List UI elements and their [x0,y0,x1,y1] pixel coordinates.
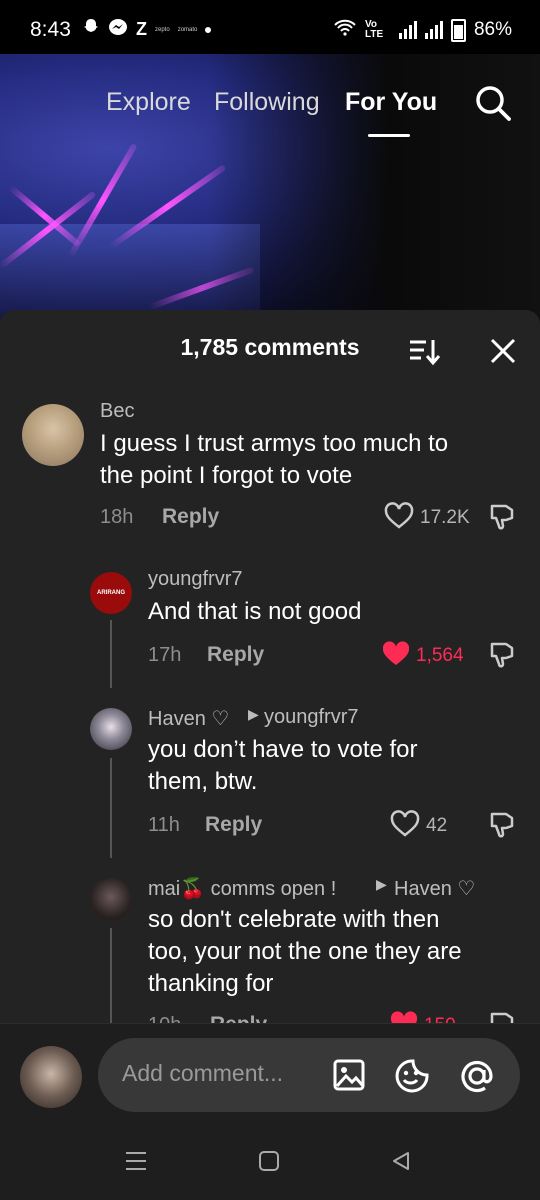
dislike-icon[interactable] [488,810,518,845]
reply-text: thanking for [148,970,274,997]
dislike-icon[interactable] [488,502,518,537]
reply-item: ARIRANG youngfrvr7 And that is not good … [0,564,540,704]
reply-username[interactable]: Haven ♡ [148,706,229,731]
close-icon[interactable] [488,336,518,366]
reply-to-username[interactable]: Haven ♡ [394,876,475,901]
battery-icon [450,18,466,42]
reply-time: 11h [148,814,180,836]
notification-icons: Z zepto zomato [82,18,212,41]
battery-percent: 86% [473,19,512,40]
comment-input-bar: Add comment... [0,1023,540,1200]
comment-text: the point I forgot to vote [100,462,353,489]
reply-username[interactable]: youngfrvr7 [148,568,243,591]
reply-arrow-icon: ▶ [376,876,387,892]
like-heart-icon[interactable] [384,502,414,535]
status-right: Vo LTE 86% [333,17,512,43]
comment-time: 18h [100,506,134,528]
reply-item: mai🍒 comms open ! ▶ Haven ♡ so don't cel… [0,872,540,1026]
reply-text: you don’t have to vote for [148,736,418,763]
signal-2-icon [424,21,443,39]
liked-heart-icon[interactable] [380,640,412,673]
like-count: 42 [426,815,448,836]
reply-text: them, btw. [148,768,258,795]
home-icon[interactable] [258,1150,280,1177]
zomato-icon: zomato [177,26,198,33]
dislike-icon[interactable] [488,640,518,675]
avatar-logo-text: ARIRANG [97,590,125,596]
reply-text: And that is not good [148,598,362,625]
avatar[interactable] [90,878,132,920]
like-count: 1,564 [416,645,464,666]
comment-item: Bec I guess I trust armys too much to th… [0,394,540,544]
reply-button[interactable]: Reply [207,643,264,667]
image-icon[interactable] [332,1058,366,1097]
reply-to-username[interactable]: youngfrvr7 [264,706,359,729]
status-bar: 8:43 Z zepto zomato Vo LTE 86% [0,0,540,54]
reply-item: Haven ♡ ▶ youngfrvr7 you don’t have to v… [0,702,540,852]
like-heart-icon[interactable] [390,810,420,843]
avatar[interactable] [90,708,132,750]
thread-line [110,620,112,688]
thread-line [110,928,112,1026]
sort-icon[interactable] [408,336,441,366]
system-nav-bar [0,1136,540,1200]
comment-input-placeholder: Add comment... [122,1060,284,1086]
wifi-call-icon [333,17,357,43]
comment-username[interactable]: Bec [100,400,134,423]
like-count: 17.2K [420,507,470,528]
reply-text: too, your not the one they are [148,938,462,965]
reply-button[interactable]: Reply [162,505,219,529]
comments-panel: 1,785 comments Bec I guess I trust armys… [0,310,540,1026]
messenger-icon [108,18,128,41]
reply-button[interactable]: Reply [205,813,262,837]
reply-text: so don't celebrate with then [148,906,440,933]
tab-following[interactable]: Following [214,88,320,117]
recent-apps-icon[interactable] [124,1150,148,1177]
active-tab-indicator [368,134,410,137]
volte-label: Vo LTE [364,19,384,40]
avatar[interactable] [22,404,84,466]
back-icon[interactable] [390,1150,412,1177]
comment-input[interactable]: Add comment... [98,1038,520,1112]
thread-line [110,758,112,858]
search-icon[interactable] [474,84,512,122]
user-avatar[interactable] [20,1046,82,1108]
reply-time: 17h [148,644,182,666]
tab-explore[interactable]: Explore [106,88,191,117]
comment-text: I guess I trust armys too much to [100,430,449,457]
signal-1-icon [398,21,417,39]
status-time: 8:43 [30,18,71,41]
sticker-icon[interactable] [394,1058,430,1099]
tab-for-you[interactable]: For You [345,88,437,117]
reply-arrow-icon: ▶ [248,706,259,722]
avatar[interactable]: ARIRANG [90,572,132,614]
comments-count-title: 1,785 comments [180,334,360,360]
z-icon: Z [136,19,147,39]
mention-icon[interactable] [458,1057,496,1100]
zepto-icon: zepto [155,26,170,33]
reply-username[interactable]: mai🍒 comms open ! [148,876,336,901]
dot-icon [205,26,212,33]
snapchat-icon [82,18,100,41]
